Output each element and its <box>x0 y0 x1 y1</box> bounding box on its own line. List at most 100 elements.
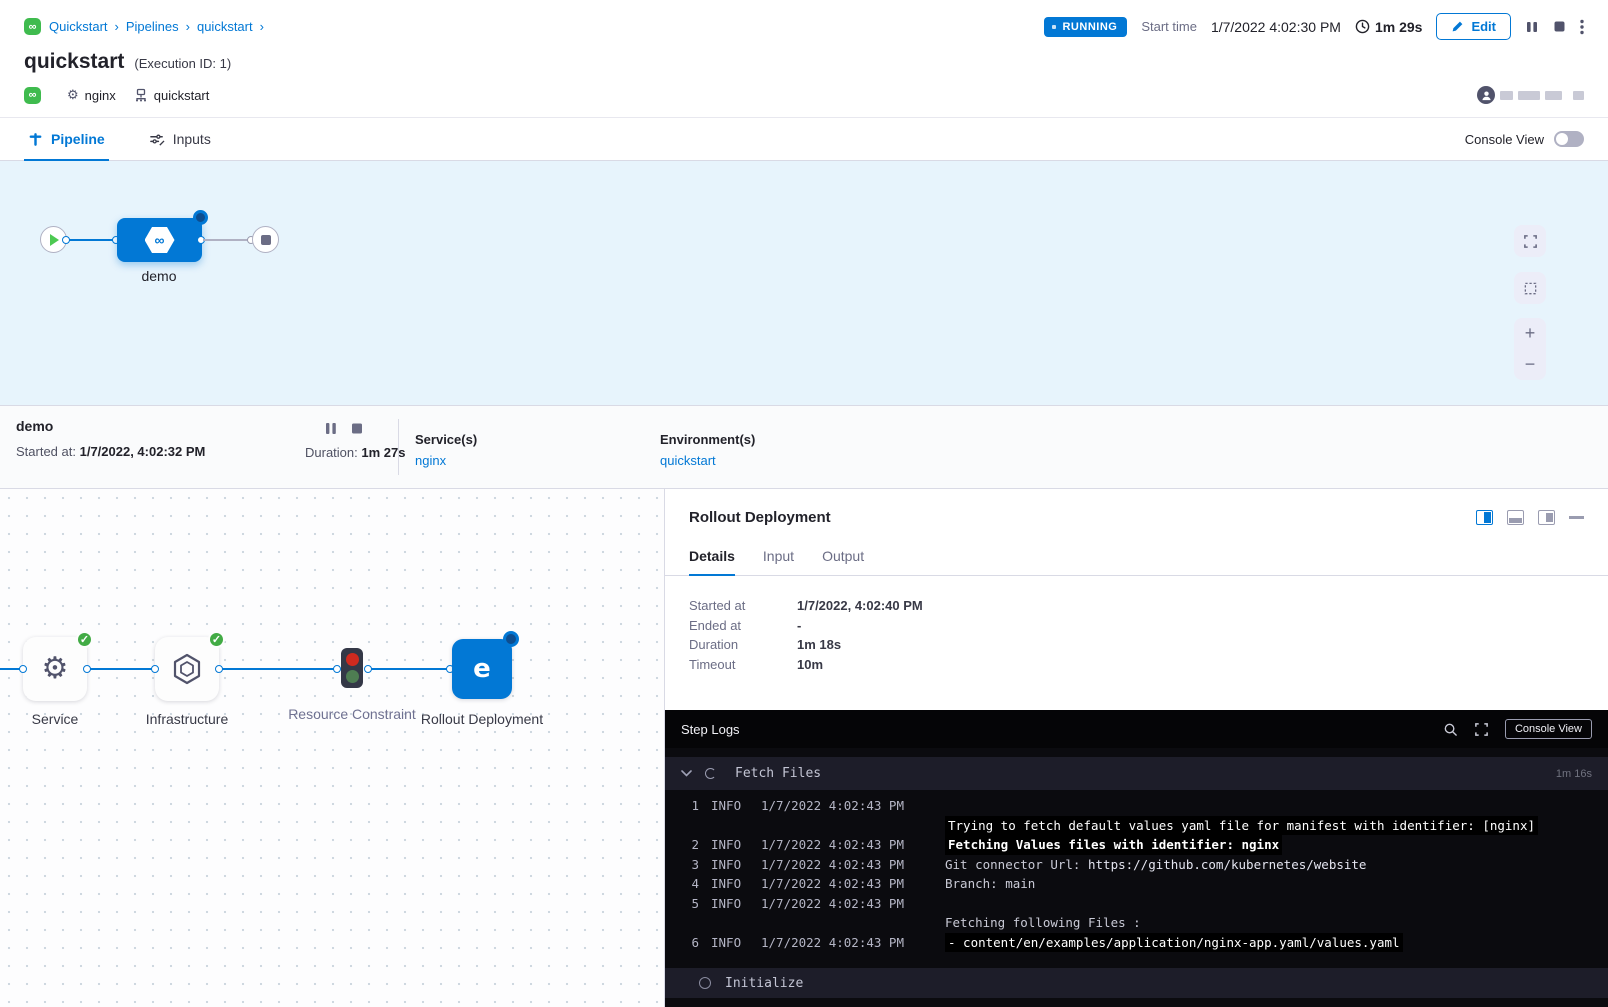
step-node-infrastructure[interactable]: ✓ <box>155 637 219 701</box>
pencil-icon <box>1451 20 1464 33</box>
log-search-icon[interactable] <box>1443 722 1458 737</box>
log-section-initialize[interactable]: Initialize <box>665 968 1608 998</box>
page-title: quickstart <box>24 50 124 74</box>
console-view-label: Console View <box>1465 132 1544 147</box>
tab-input[interactable]: Input <box>763 548 794 575</box>
pause-execution-button[interactable] <box>1525 20 1539 34</box>
log-section-fetch-files[interactable]: Fetch Files 1m 16s <box>665 757 1608 790</box>
environment-link[interactable]: quickstart <box>660 453 755 468</box>
log-line: 4INFO1/7/2022 4:02:43 PM Branch: main <box>665 874 1608 894</box>
edge-port <box>62 236 70 244</box>
log-link[interactable]: https://github.com/kubernetes/website <box>1088 855 1366 875</box>
running-spinner-icon <box>193 210 208 225</box>
tab-inputs[interactable]: Inputs <box>145 118 215 160</box>
breadcrumb: ∞ Quickstart › Pipelines › quickstart › … <box>0 0 1608 40</box>
step-node-resource-constraint[interactable] <box>341 648 363 688</box>
step-label-resource-constraint: Resource Constraint <box>282 704 422 725</box>
log-line: 1INFO1/7/2022 4:02:43 PM <box>665 796 1608 816</box>
hexagon-icon <box>170 652 204 686</box>
service-link[interactable]: nginx <box>415 453 477 468</box>
zoom-in-button[interactable]: + <box>1514 318 1546 349</box>
more-options-button[interactable] <box>1580 19 1584 35</box>
graph-edge <box>219 668 339 670</box>
pipeline-canvas[interactable]: ∞ demo + − <box>0 161 1608 405</box>
breadcrumb-separator: › <box>186 19 190 34</box>
step-details-panel: Rollout Deployment Details Input Output … <box>664 489 1608 1007</box>
breadcrumb-separator: › <box>260 19 264 34</box>
stage-services: Service(s) nginx <box>415 432 477 468</box>
step-panel-tabs: Details Input Output <box>665 526 1608 576</box>
step-node-rollout-deployment[interactable]: e <box>452 639 512 699</box>
stage-started-at: Started at: 1/7/2022, 4:02:32 PM <box>16 444 205 459</box>
tab-pipeline[interactable]: Pipeline <box>24 118 109 160</box>
log-line: 2INFO1/7/2022 4:02:43 PM Fetching Values… <box>665 835 1608 855</box>
redacted-username <box>1500 91 1513 100</box>
edit-button[interactable]: Edit <box>1436 13 1511 40</box>
person-icon <box>1481 90 1492 101</box>
user-avatar[interactable] <box>1477 86 1495 104</box>
step-label-service: Service <box>0 709 125 730</box>
breadcrumb-pipeline[interactable]: quickstart <box>197 19 253 34</box>
stop-execution-button[interactable] <box>1553 20 1566 33</box>
end-node[interactable] <box>252 226 279 253</box>
layout-bottom-panel-icon[interactable] <box>1507 510 1524 525</box>
edge-demo-end <box>203 239 251 241</box>
traffic-red-icon <box>346 653 359 666</box>
graph-port <box>83 665 91 673</box>
service-meta[interactable]: ⚙ nginx <box>67 87 116 103</box>
canvas-fit-selection-button[interactable] <box>1514 272 1546 304</box>
zoom-out-button[interactable]: − <box>1514 349 1546 380</box>
play-icon <box>50 234 59 246</box>
cd-stage-hex-icon: ∞ <box>145 227 175 253</box>
stage-name: demo <box>16 418 53 434</box>
detail-row: Ended at- <box>689 616 1584 636</box>
step-logs-console: Step Logs Console View <box>665 710 1608 1007</box>
gear-icon: ⚙ <box>42 654 69 684</box>
layout-right-panel-icon[interactable] <box>1476 510 1493 525</box>
running-spinner-icon <box>503 631 519 647</box>
fullscreen-icon <box>1523 234 1538 249</box>
step-label-rollout-deployment: Rollout Deployment <box>412 709 552 730</box>
stage-node-demo[interactable]: ∞ <box>117 218 202 262</box>
stage-duration: Duration: 1m 27s <box>305 445 405 460</box>
log-lines: 1INFO1/7/2022 4:02:43 PM Trying to fetch… <box>665 790 1608 952</box>
success-check-icon: ✓ <box>76 631 93 648</box>
redacted-username <box>1545 91 1562 100</box>
canvas-zoom-controls: + − <box>1514 318 1546 380</box>
tab-output[interactable]: Output <box>822 548 864 575</box>
log-line-continuation: Fetching following Files : <box>665 913 1608 933</box>
stage-pause-icon[interactable] <box>325 422 337 435</box>
breadcrumb-project[interactable]: Quickstart <box>49 19 108 34</box>
log-line: 5INFO1/7/2022 4:02:43 PM <box>665 894 1608 914</box>
stage-stop-icon[interactable] <box>351 422 363 435</box>
minimize-panel-icon[interactable] <box>1569 516 1584 519</box>
breadcrumb-pipelines[interactable]: Pipelines <box>126 19 179 34</box>
layout-split-panel-icon[interactable] <box>1538 510 1555 525</box>
start-time-label: Start time <box>1141 19 1197 34</box>
chevron-down-icon <box>681 770 692 777</box>
detail-row: Started at1/7/2022, 4:02:40 PM <box>689 596 1584 616</box>
log-console-view-button[interactable]: Console View <box>1505 719 1592 739</box>
cd-stage-icon: ∞ <box>24 87 41 104</box>
log-expand-icon[interactable] <box>1474 722 1489 737</box>
graph-edge <box>87 668 155 670</box>
running-spinner-icon <box>705 768 716 779</box>
step-node-service[interactable]: ⚙ ✓ <box>23 637 87 701</box>
log-section-duration: 1m 16s <box>1556 768 1592 780</box>
step-details-table: Started at1/7/2022, 4:02:40 PM Ended at-… <box>665 576 1608 694</box>
execution-graph-canvas[interactable]: ⚙ ✓ ✓ e Service Infrastruct <box>0 489 664 1007</box>
canvas-fullscreen-button[interactable] <box>1514 225 1546 257</box>
stop-icon <box>1553 20 1566 33</box>
kebab-menu-icon <box>1580 19 1584 35</box>
stage-environments: Environment(s) quickstart <box>660 432 755 468</box>
edge-start-demo <box>66 239 118 241</box>
redacted-username <box>1573 91 1584 100</box>
tab-details[interactable]: Details <box>689 548 735 575</box>
log-line: 3INFO1/7/2022 4:02:43 PM Git connector U… <box>665 855 1608 875</box>
console-view-toggle[interactable] <box>1554 131 1584 147</box>
environment-meta[interactable]: quickstart <box>134 88 210 103</box>
gear-icon: ⚙ <box>67 87 79 103</box>
stop-square-icon <box>261 235 271 245</box>
step-panel-title: Rollout Deployment <box>689 509 831 526</box>
clock-icon <box>1355 19 1370 34</box>
